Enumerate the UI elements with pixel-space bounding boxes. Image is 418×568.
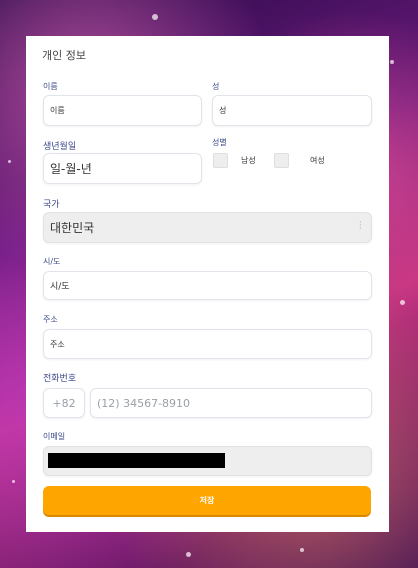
phone-country-code: +82: [52, 396, 76, 410]
background-sparkle: [300, 548, 304, 552]
birthdate-label: 생년월일: [43, 142, 77, 152]
address-placeholder: 주소: [50, 339, 65, 349]
gender-female-checkbox[interactable]: [274, 153, 289, 168]
gender-female-label: 여성: [310, 156, 325, 165]
birthdate-placeholder: 일-월-년: [50, 162, 92, 176]
first-name-input[interactable]: 이름: [43, 95, 202, 126]
phone-number-placeholder: (12) 34567-8910: [97, 396, 191, 410]
last-name-label: 성: [212, 82, 220, 91]
gender-male-checkbox[interactable]: [213, 153, 228, 168]
email-label: 이메일: [43, 432, 66, 441]
background-sparkle: [400, 300, 405, 305]
redaction-bar: [48, 453, 225, 468]
first-name-label: 이름: [43, 82, 58, 91]
address-input[interactable]: 주소: [43, 329, 372, 359]
background-sparkle: [390, 60, 394, 64]
personal-info-form: 개인 정보 이름 이름 성 성 생년월일 일-월-년 성별 남성 여성 국가 대…: [26, 36, 389, 532]
first-name-placeholder: 이름: [50, 106, 65, 115]
last-name-placeholder: 성: [219, 106, 227, 115]
birthdate-input[interactable]: 일-월-년: [43, 153, 202, 184]
country-select[interactable]: 대한민국 · · ·: [43, 212, 372, 243]
phone-label: 전화번호: [43, 374, 77, 384]
last-name-input[interactable]: 성: [212, 95, 372, 126]
address-label: 주소: [43, 315, 58, 324]
country-label: 국가: [43, 200, 60, 210]
form-title: 개인 정보: [42, 49, 86, 62]
vertical-dots-icon: · · ·: [359, 218, 362, 233]
gender-male-label: 남성: [241, 156, 256, 165]
background-sparkle: [8, 160, 11, 163]
background-sparkle: [12, 480, 15, 483]
save-button[interactable]: 저장: [43, 486, 371, 515]
city-label: 시/도: [43, 257, 61, 266]
phone-country-code-input[interactable]: +82: [43, 388, 85, 418]
phone-number-input[interactable]: (12) 34567-8910: [90, 388, 372, 418]
background-sparkle: [186, 552, 191, 557]
country-value: 대한민국: [50, 221, 95, 235]
city-value: 시/도: [50, 282, 70, 292]
background-sparkle: [152, 14, 158, 20]
city-input[interactable]: 시/도: [43, 271, 372, 300]
gender-label: 성별: [212, 138, 227, 147]
